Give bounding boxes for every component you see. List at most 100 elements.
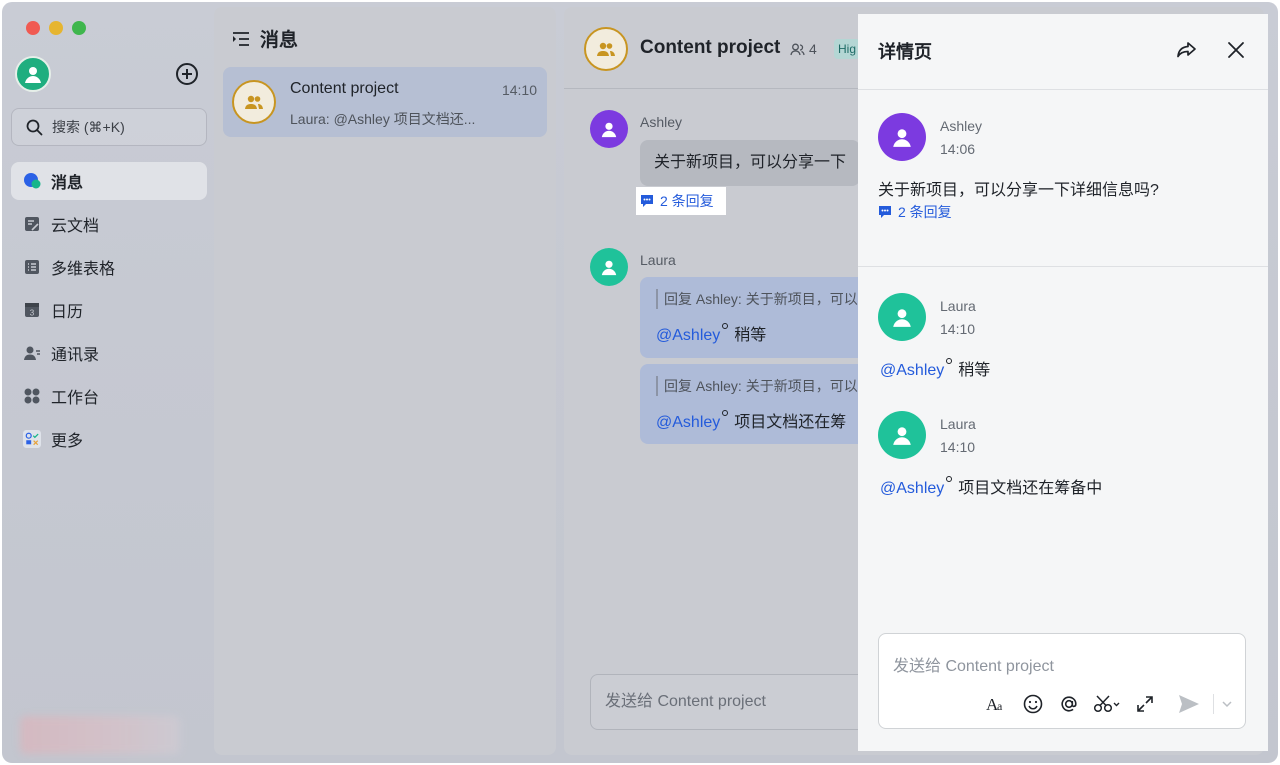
zoom-window-button[interactable] <box>72 21 86 35</box>
message-sender: Ashley <box>640 114 683 130</box>
blurred-profile-area <box>20 716 180 754</box>
laura-avatar[interactable] <box>590 248 628 286</box>
details-header: 详情页 <box>858 14 1268 90</box>
input-toolbar: Aa <box>979 690 1234 718</box>
thread-reply-input[interactable]: 发送给 Content project Aa <box>878 633 1246 729</box>
person-icon <box>25 67 41 83</box>
message-time: 14:10 <box>940 321 976 337</box>
chat-preview: Laura: @Ashley 项目文档还... <box>290 111 476 127</box>
reply-text: 项目文档还在筹 <box>734 414 847 431</box>
thread-replies-link[interactable]: 2 条回复 <box>636 187 726 215</box>
sidebar-item-contacts[interactable]: 通讯录 <box>11 334 207 372</box>
thread-details-panel: 详情页 Ashley 14:06 关于新项目，可以分享一下详细信息吗? 2 条回… <box>858 14 1268 751</box>
sidebar-item-calendar[interactable]: 3 日历 <box>11 291 207 329</box>
chevron-down-icon[interactable] <box>1220 690 1234 718</box>
member-count[interactable]: 4 <box>790 41 817 57</box>
sidebar-item-workplace[interactable]: 工作台 <box>11 377 207 415</box>
collapse-list-icon[interactable] <box>232 31 250 47</box>
input-placeholder: 发送给 Content project <box>893 658 1054 675</box>
message-list-title: 消息 <box>260 30 299 51</box>
base-icon <box>23 258 41 276</box>
thread-icon <box>641 195 653 207</box>
members-icon <box>790 43 805 55</box>
screenshot-icon[interactable] <box>1087 690 1127 718</box>
read-status-dot <box>722 323 729 329</box>
person-icon <box>893 309 911 327</box>
send-icon[interactable] <box>1171 690 1207 718</box>
close-icon[interactable] <box>1224 38 1248 62</box>
sidebar-item-label: 通讯录 <box>51 347 100 364</box>
message-text: @Ashley 稍等 <box>880 356 990 380</box>
svg-text:a: a <box>997 699 1003 713</box>
message-text: @Ashley 项目文档还在筹备中 <box>880 474 1102 498</box>
chat-tag: Hig <box>834 39 861 59</box>
expand-icon[interactable] <box>1127 690 1163 718</box>
mention-icon[interactable] <box>1051 690 1087 718</box>
sidebar-item-label: 消息 <box>51 175 84 192</box>
group-avatar[interactable] <box>584 27 628 71</box>
more-apps-icon <box>23 430 41 448</box>
search-box[interactable]: 搜索 (⌘+K) <box>11 108 207 146</box>
message-bubble[interactable]: 关于新项目，可以分享一下 <box>640 140 861 186</box>
message-sender: Ashley <box>940 118 983 134</box>
read-status-dot <box>946 476 953 482</box>
ashley-avatar[interactable] <box>590 110 628 148</box>
ashley-avatar[interactable] <box>878 113 926 161</box>
sidebar-item-label: 多维表格 <box>51 261 116 278</box>
emoji-icon[interactable] <box>1015 690 1051 718</box>
member-count-value: 4 <box>809 41 817 57</box>
person-icon <box>601 122 617 138</box>
mention-link[interactable]: @Ashley <box>656 327 720 344</box>
share-icon[interactable] <box>1174 38 1198 62</box>
reply-text: 稍等 <box>734 327 767 344</box>
toolbar-divider <box>1213 694 1214 714</box>
reply-text: 稍等 <box>958 362 991 379</box>
person-icon <box>601 260 617 276</box>
mention-link[interactable]: @Ashley <box>880 480 944 497</box>
read-status-dot <box>946 358 953 364</box>
sidebar-item-docs[interactable]: 云文档 <box>11 205 207 243</box>
laura-avatar[interactable] <box>878 411 926 459</box>
thread-replies-link[interactable]: 2 条回复 <box>878 202 952 222</box>
plus-icon <box>182 69 192 79</box>
reply-text: 项目文档还在筹备中 <box>958 480 1103 497</box>
mention-link[interactable]: @Ashley <box>656 414 720 431</box>
person-icon <box>893 129 911 147</box>
message-time: 14:06 <box>940 141 976 157</box>
message-time: 14:10 <box>940 439 976 455</box>
message-sender: Laura <box>940 298 976 314</box>
message-list-pane: 消息 Content project 14:10 Laura: @Ashley … <box>214 7 556 755</box>
sidebar-nav: 消息 云文档 多维表格 3 日历 通讯录 工作台 更多 <box>11 162 207 463</box>
reply-count: 2 条回复 <box>898 204 952 220</box>
text-format-icon[interactable]: Aa <box>979 690 1015 718</box>
sidebar-item-label: 工作台 <box>51 390 100 407</box>
sidebar-item-base[interactable]: 多维表格 <box>11 248 207 286</box>
chat-list-item[interactable]: Content project 14:10 Laura: @Ashley 项目文… <box>223 67 547 137</box>
workplace-icon <box>23 387 41 405</box>
minimize-window-button[interactable] <box>49 21 63 35</box>
close-window-button[interactable] <box>26 21 40 35</box>
message-icon <box>23 172 41 190</box>
sidebar-item-label: 更多 <box>51 433 84 450</box>
message-sender: Laura <box>640 252 676 268</box>
sidebar-item-more[interactable]: 更多 <box>11 420 207 458</box>
sidebar-item-messages[interactable]: 消息 <box>11 162 207 200</box>
thread-icon <box>879 206 891 218</box>
message-list-header: 消息 <box>232 25 298 52</box>
group-icon <box>245 95 263 109</box>
mention-link[interactable]: @Ashley <box>880 362 944 379</box>
group-icon <box>597 42 615 56</box>
contacts-icon <box>23 344 41 362</box>
chat-name: Content project <box>290 80 399 97</box>
create-button[interactable] <box>176 63 198 85</box>
details-title: 详情页 <box>878 42 932 62</box>
group-avatar <box>232 80 276 124</box>
chat-title[interactable]: Content project <box>640 37 780 59</box>
laura-avatar[interactable] <box>878 293 926 341</box>
chat-time: 14:10 <box>501 82 537 98</box>
search-icon <box>26 119 43 135</box>
user-avatar[interactable] <box>15 56 51 92</box>
person-icon <box>893 427 911 445</box>
search-placeholder: 搜索 (⌘+K) <box>52 119 125 135</box>
sidebar-item-label: 日历 <box>51 304 84 321</box>
